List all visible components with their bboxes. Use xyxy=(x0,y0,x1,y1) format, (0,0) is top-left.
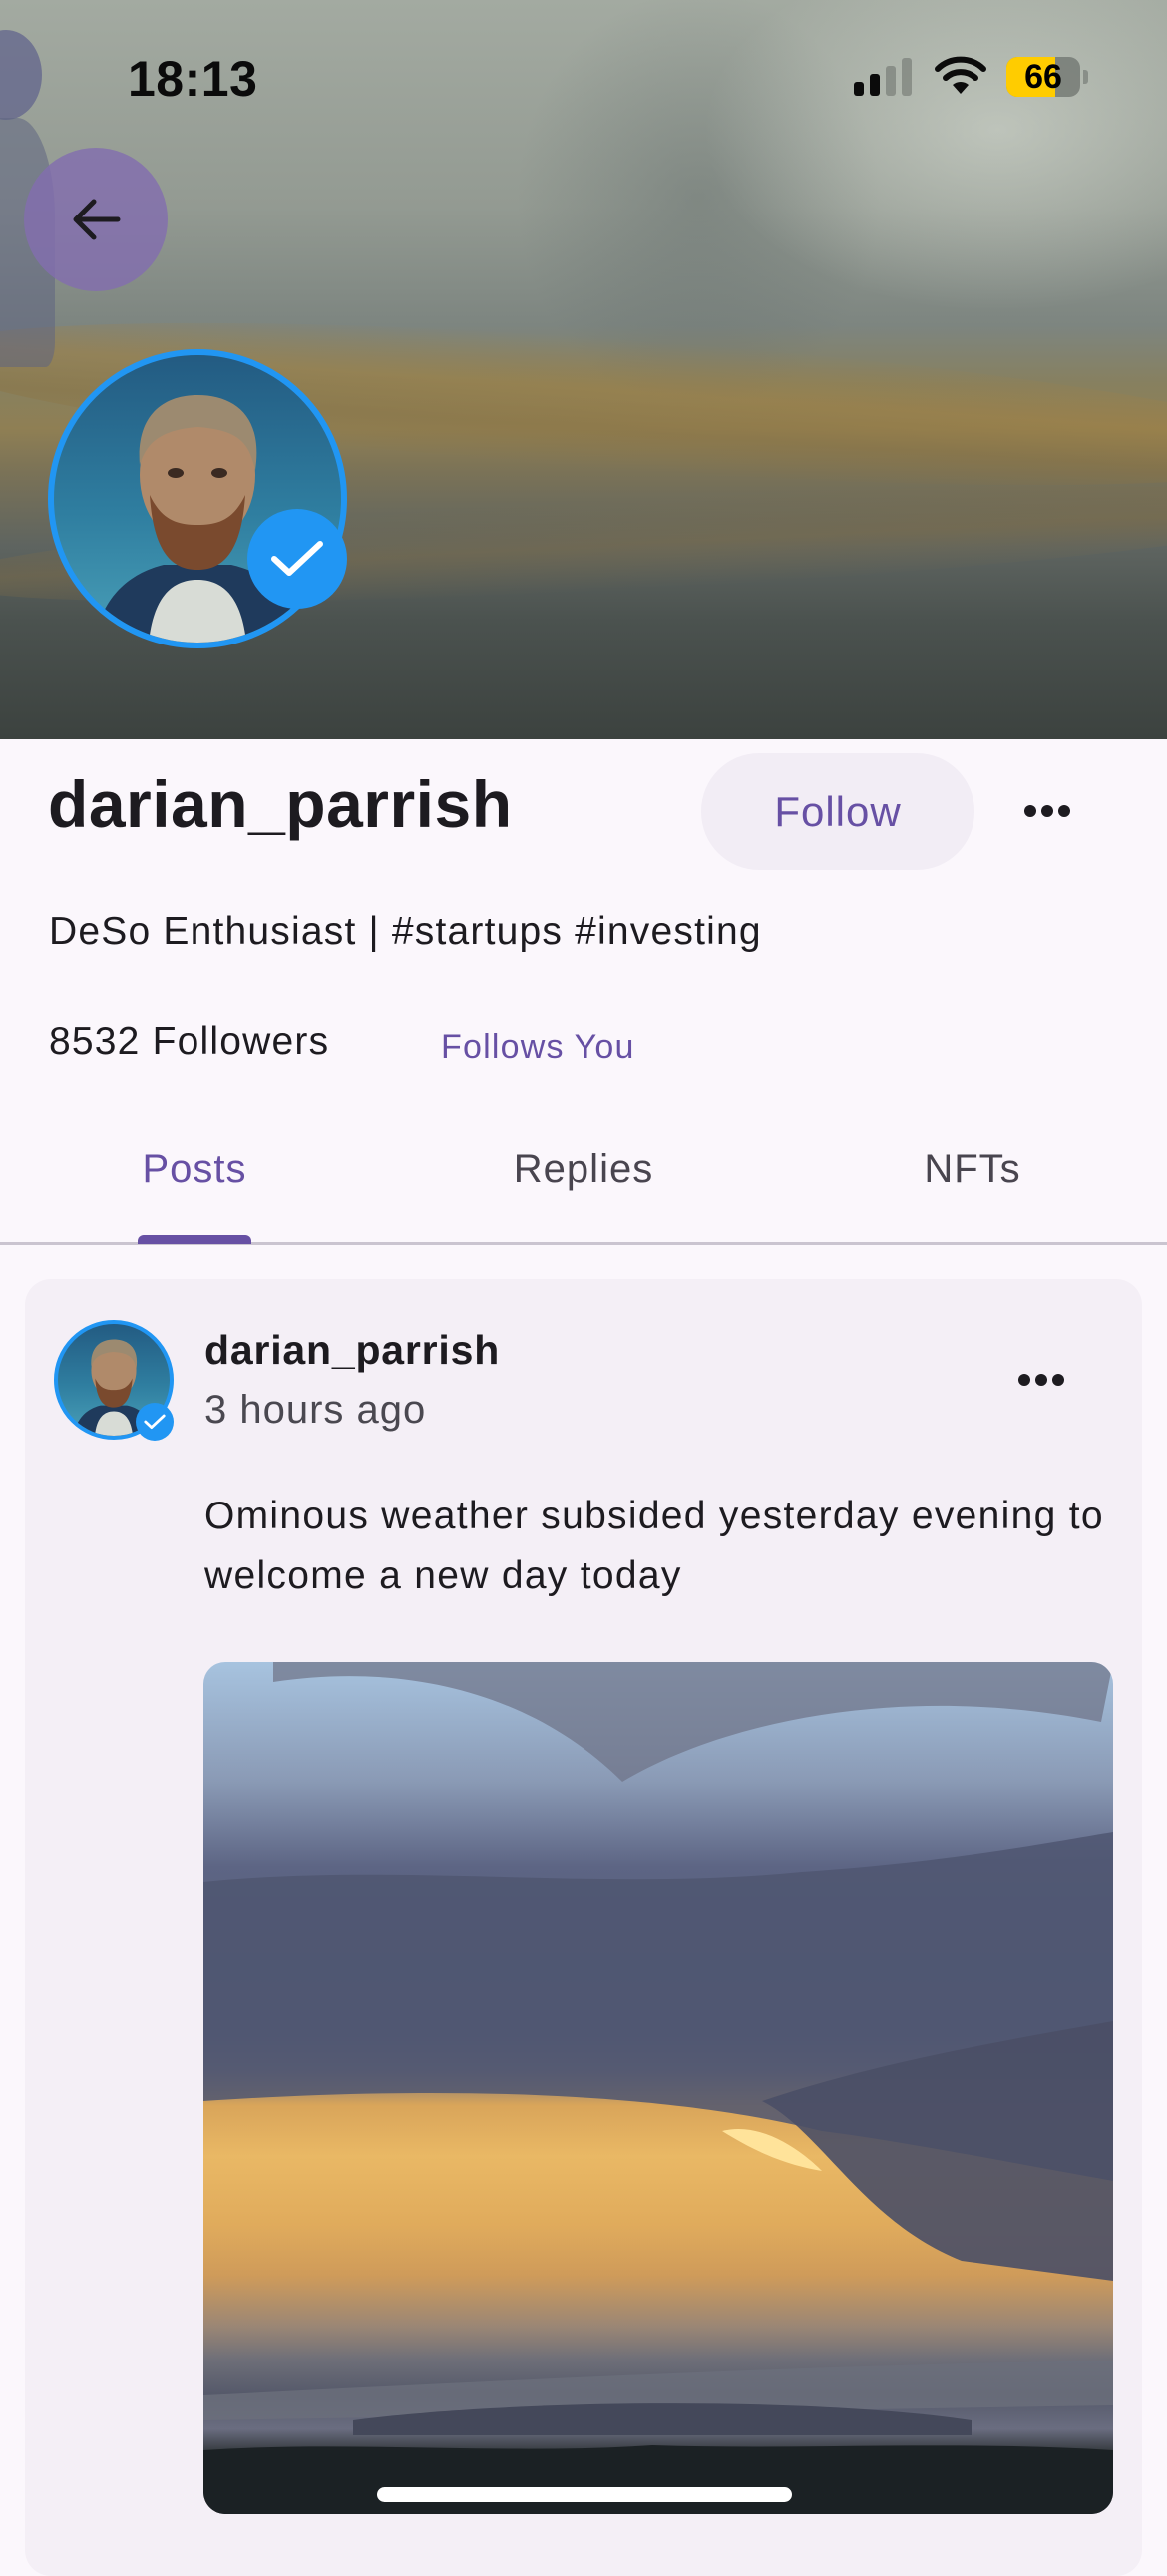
back-button[interactable] xyxy=(24,148,168,291)
post-body-text: Ominous weather subsided yesterday eveni… xyxy=(204,1495,1104,1597)
post-timestamp: 3 hours ago xyxy=(204,1388,427,1432)
profile-tabs: Posts Replies NFTs xyxy=(0,1125,1167,1243)
follow-button[interactable]: Follow xyxy=(701,753,974,870)
post-more-button[interactable] xyxy=(1006,1350,1076,1410)
profile-username: darian_parrish xyxy=(48,767,513,841)
battery-icon: 66 xyxy=(1006,57,1080,97)
tab-replies[interactable]: Replies xyxy=(389,1125,778,1243)
home-indicator[interactable] xyxy=(377,2487,792,2502)
checkmark-icon xyxy=(271,541,323,576)
battery-percent: 66 xyxy=(1024,58,1062,96)
followers-count[interactable]: 8532 Followers xyxy=(49,1020,329,1064)
more-horizontal-icon xyxy=(1018,1374,1030,1386)
status-time: 18:13 xyxy=(128,51,258,107)
banner-figure xyxy=(0,30,42,120)
post-image[interactable] xyxy=(203,1662,1113,2514)
profile-bio: DeSo Enthusiast | #startups #investing xyxy=(49,910,762,953)
profile-more-button[interactable] xyxy=(1012,781,1082,841)
post-image-scene xyxy=(203,1662,1113,2514)
signal-icon xyxy=(854,58,912,96)
verified-badge xyxy=(247,509,347,609)
follows-you-badge: Follows You xyxy=(441,1028,635,1066)
post-author-name[interactable]: darian_parrish xyxy=(204,1327,500,1374)
tab-posts[interactable]: Posts xyxy=(0,1125,389,1243)
battery-tip xyxy=(1083,70,1088,84)
arrow-left-icon xyxy=(73,199,121,240)
active-tab-indicator xyxy=(138,1235,251,1244)
wifi-icon xyxy=(935,56,986,94)
checkmark-icon xyxy=(144,1414,166,1429)
more-horizontal-icon xyxy=(1024,805,1036,817)
tab-nfts[interactable]: NFTs xyxy=(778,1125,1167,1243)
post-verified-badge xyxy=(136,1403,174,1441)
